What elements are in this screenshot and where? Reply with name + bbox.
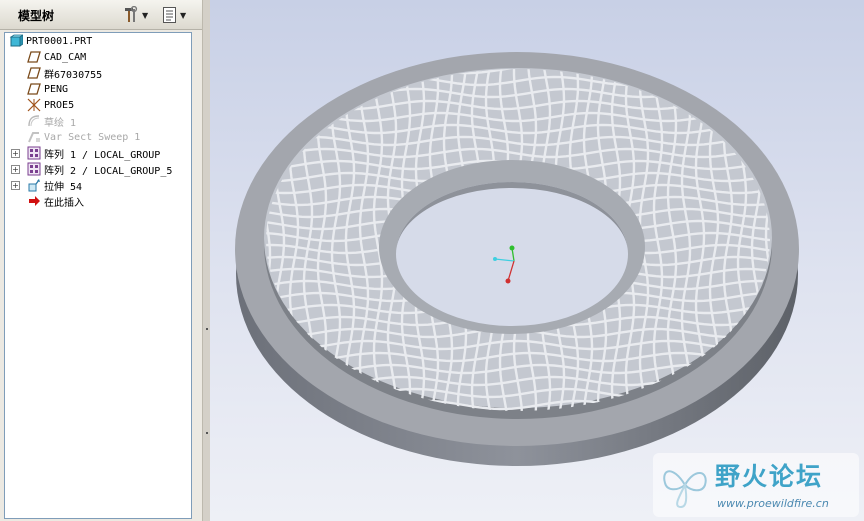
tree-item-label: 阵列 1 / LOCAL_GROUP — [44, 149, 161, 161]
tree-item-label: CAD_CAM — [44, 51, 87, 63]
tree-item-sketch-1[interactable]: 草绘 1 — [27, 113, 76, 129]
butterfly-logo-icon — [663, 470, 707, 509]
graphics-viewport[interactable]: 野火论坛 www.proewildfire.cn — [210, 0, 864, 521]
sweep-icon — [27, 130, 41, 144]
tree-item-label: PROE5 — [44, 99, 75, 111]
tree-item-datum-cad-cam[interactable]: CAD_CAM — [27, 49, 86, 65]
pattern-icon — [27, 146, 41, 160]
tree-item-root[interactable]: PRT0001.PRT — [9, 33, 92, 49]
tree-item-label: PRT0001.PRT — [26, 35, 93, 47]
panel-splitter[interactable] — [202, 0, 210, 521]
tree-item-datum-peng[interactable]: PENG — [27, 81, 68, 97]
splitter-grip — [206, 328, 208, 330]
tree-item-pattern-2[interactable]: 阵列 2 / LOCAL_GROUP_5 — [27, 161, 172, 177]
tree-item-extrude-54[interactable]: 拉伸 54 — [27, 177, 82, 193]
forum-watermark: 野火论坛 www.proewildfire.cn — [653, 453, 859, 517]
extrude-icon — [27, 178, 41, 192]
tree-item-label: 群67030755 — [44, 69, 103, 81]
pattern-icon — [27, 162, 41, 176]
insert-arrow-icon — [27, 194, 41, 208]
chevron-down-icon: ▼ — [142, 10, 149, 20]
splitter-grip — [206, 432, 208, 434]
show-menu-button[interactable]: ▼ — [162, 5, 192, 25]
chevron-down-icon: ▼ — [180, 10, 187, 20]
tree-item-datum-group[interactable]: 群67030755 — [27, 65, 102, 81]
coordinate-system-icon — [27, 98, 41, 112]
part-model-3d[interactable] — [210, 0, 864, 521]
watermark-title: 野火论坛 — [715, 462, 824, 491]
expand-toggle[interactable]: + — [11, 181, 20, 190]
model-tree: PRT0001.PRT CAD_CAM 群67030755 PENG PROE5… — [4, 32, 192, 519]
tree-item-label: 草绘 1 — [44, 117, 77, 129]
panel-title: 模型树 — [18, 9, 55, 23]
datum-plane-icon — [27, 82, 41, 96]
tree-item-label: 拉伸 54 — [44, 181, 83, 193]
expand-toggle[interactable]: + — [11, 165, 20, 174]
expand-toggle[interactable]: + — [11, 149, 20, 158]
tree-item-label: PENG — [44, 83, 69, 95]
tree-item-var-sect-sweep[interactable]: Var Sect Sweep 1 — [27, 129, 140, 145]
tree-item-label: Var Sect Sweep 1 — [44, 131, 141, 143]
tree-item-insert-here[interactable]: 在此插入 — [27, 193, 84, 209]
tree-item-label: 在此插入 — [44, 197, 84, 209]
tree-item-csys-proe5[interactable]: PROE5 — [27, 97, 74, 113]
datum-plane-icon — [27, 50, 41, 64]
tree-item-label: 阵列 2 / LOCAL_GROUP_5 — [44, 165, 173, 177]
sketch-icon — [27, 114, 41, 128]
model-tree-header: 模型树 ▼ ▼ — [0, 0, 202, 30]
watermark-url: www.proewildfire.cn — [717, 497, 829, 510]
model-tree-panel: 模型树 ▼ ▼ PRT0001.PRT CAD_CAM 群67030755 PE… — [0, 0, 202, 521]
part-cube-icon — [9, 34, 25, 48]
datum-plane-icon — [27, 66, 41, 80]
tools-menu-button[interactable]: ▼ — [122, 5, 152, 25]
hammer-wrench-icon — [125, 6, 138, 22]
page-list-icon — [163, 7, 176, 23]
tree-item-pattern-1[interactable]: 阵列 1 / LOCAL_GROUP — [27, 145, 160, 161]
